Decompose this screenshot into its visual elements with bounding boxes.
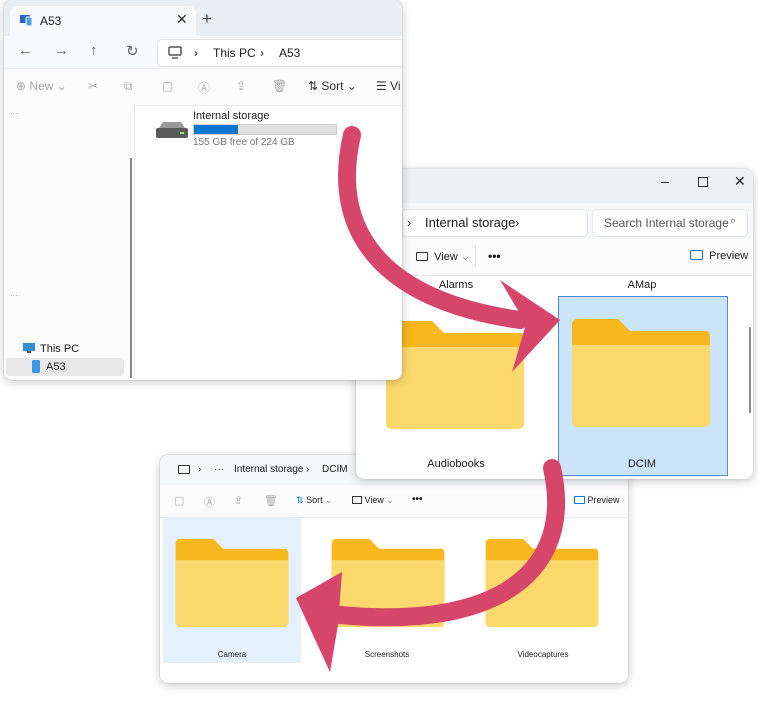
command-bar: ⊕ New ⌄ ✂ ⧉ ▢ Ⓐ ⇪ 🗑 ⇅ Sort ⌄ ☰ Vi <box>4 68 402 106</box>
sort-icon: ⇅ <box>296 495 304 505</box>
sort-button[interactable]: ⇅ Sort ⌄ <box>296 495 333 506</box>
close-icon[interactable]: ✕ <box>734 173 746 190</box>
more-options-icon[interactable]: ••• <box>412 494 423 505</box>
monitor-icon <box>178 465 190 474</box>
drive-item-internal-storage[interactable]: Internal storage 155 GB free of 224 GB <box>154 108 354 152</box>
folder-label-camera[interactable]: Camera <box>192 650 272 659</box>
folder-label-screenshots[interactable]: Screenshots <box>347 650 427 659</box>
search-placeholder: Search Internal storage <box>604 216 729 230</box>
folder-icon-screenshots[interactable] <box>330 537 446 629</box>
new-tab-icon[interactable]: + <box>202 9 212 29</box>
breadcrumb-this-pc[interactable]: This PC <box>213 46 256 60</box>
explorer-window-internal-storage: – ✕ › Internal storage › Search Internal… <box>356 169 753 479</box>
back-arrow-icon[interactable]: ← <box>18 42 33 59</box>
preview-button[interactable]: Preview <box>574 495 620 505</box>
tab-close-icon[interactable]: ✕ <box>176 11 188 28</box>
tab-title: A53 <box>40 14 62 28</box>
delete-icon[interactable]: 🗑 <box>264 494 278 507</box>
phone-pc-icon <box>20 15 33 26</box>
minimize-icon[interactable]: – <box>661 173 669 189</box>
breadcrumb-chevron-icon: › <box>306 464 310 475</box>
folder-label-audiobooks[interactable]: Audiobooks <box>414 458 498 470</box>
phone-icon <box>32 360 40 373</box>
paste-icon[interactable]: ▢ <box>162 79 173 93</box>
folder-icon[interactable] <box>384 319 526 431</box>
copy-icon[interactable]: ⧉ <box>124 79 133 94</box>
folder-icon-videocaptures[interactable] <box>484 537 600 629</box>
folder-label-videocaptures[interactable]: Videocaptures <box>498 650 588 659</box>
content-scrollbar[interactable] <box>749 327 751 413</box>
nav-scrollbar[interactable] <box>130 158 132 378</box>
view-button[interactable]: View ⌄ <box>416 250 470 263</box>
plus-circle-icon: ⊕ <box>16 79 27 93</box>
search-box[interactable]: Search Internal storage ⌕ <box>592 209 748 237</box>
view-button[interactable]: View ⌄ <box>352 495 394 506</box>
breadcrumb-chevron-icon: › <box>407 215 412 230</box>
new-button[interactable]: ⊕ New ⌄ <box>16 79 67 93</box>
monitor-icon <box>416 252 428 261</box>
hard-drive-icon <box>156 122 188 138</box>
address-bar[interactable]: › Internal storage › <box>402 209 588 237</box>
preview-pane-icon <box>690 250 703 260</box>
drive-usage-bar <box>193 124 337 135</box>
breadcrumb-chevron-icon: › <box>260 46 264 60</box>
folder-label-alarms[interactable]: Alarms <box>416 279 496 291</box>
address-bar-row: ← → ↑ ↻ › This PC › A53 <box>4 36 402 68</box>
collapsed-section[interactable]: ... <box>10 106 18 116</box>
title-bar: – ✕ <box>356 169 753 203</box>
more-options-icon[interactable]: ••• <box>488 249 501 263</box>
refresh-icon[interactable]: ↻ <box>126 42 139 60</box>
view-button[interactable]: ☰ Vi <box>376 79 401 93</box>
rename-icon[interactable]: Ⓐ <box>198 79 210 96</box>
breadcrumb-chevron-icon: › <box>515 215 520 230</box>
rename-icon[interactable]: Ⓐ <box>204 494 215 510</box>
view-list-icon: ☰ <box>376 79 387 93</box>
navigation-pane: ... ... This PC A53 <box>4 104 135 380</box>
breadcrumb-chevron-icon: › <box>194 46 198 60</box>
address-bar-row: › Internal storage › Search Internal sto… <box>356 203 753 239</box>
sidebar-item-a53[interactable]: A53 <box>6 358 124 376</box>
share-icon[interactable]: ⇪ <box>236 79 246 93</box>
collapsed-section[interactable]: ... <box>10 288 18 298</box>
folder-label-dcim[interactable]: DCIM <box>602 458 682 470</box>
sort-button[interactable]: ⇅ Sort ⌄ <box>308 79 357 93</box>
drive-free-space: 155 GB free of 224 GB <box>193 137 295 148</box>
maximize-icon[interactable] <box>698 177 708 187</box>
breadcrumb-internal-storage[interactable]: Internal storage <box>425 215 515 230</box>
cut-icon[interactable]: ✂ <box>88 79 98 93</box>
up-arrow-icon[interactable]: ↑ <box>90 42 98 59</box>
divider <box>475 245 476 267</box>
share-icon[interactable]: ⇪ <box>234 494 243 507</box>
delete-icon[interactable]: 🗑 <box>272 79 287 93</box>
forward-arrow-icon[interactable]: → <box>54 42 69 59</box>
tab-a53[interactable]: A53 ✕ <box>10 6 196 36</box>
sort-icon: ⇅ <box>308 79 319 93</box>
drive-usage-fill <box>194 125 239 134</box>
breadcrumb-dcim[interactable]: DCIM <box>322 464 348 475</box>
folder-icon-dcim[interactable] <box>570 317 712 429</box>
command-bar: ▢ Ⓐ ⇪ 🗑 ⇅ Sort ⌄ View ⌄ ••• Preview <box>160 485 628 518</box>
breadcrumb-a53[interactable]: A53 <box>279 46 300 60</box>
preview-button[interactable]: Preview <box>690 250 748 262</box>
command-bar: View ⌄ ••• Preview <box>356 239 753 276</box>
address-bar[interactable]: › This PC › A53 <box>157 39 402 67</box>
explorer-window-dcim: › ··· Internal storage › DCIM ▢ Ⓐ ⇪ 🗑 ⇅ … <box>160 455 628 683</box>
monitor-icon <box>352 496 362 504</box>
monitor-icon <box>168 46 182 59</box>
monitor-icon <box>23 343 35 353</box>
tab-strip: A53 ✕ + <box>4 0 402 36</box>
folder-label-amap[interactable]: AMap <box>602 279 682 291</box>
paste-icon[interactable]: ▢ <box>174 494 184 507</box>
search-icon: ⌕ <box>730 215 737 227</box>
breadcrumb-internal-storage[interactable]: Internal storage <box>234 464 304 475</box>
folder-icon-camera[interactable] <box>174 537 290 629</box>
breadcrumb-chevron-icon: › <box>198 464 202 475</box>
breadcrumb-overflow[interactable]: ··· <box>214 464 224 475</box>
drive-name: Internal storage <box>193 110 270 122</box>
sidebar-item-this-pc[interactable]: This PC <box>6 340 124 358</box>
explorer-window-a53: A53 ✕ + ← → ↑ ↻ › This PC › A53 ⊕ New ⌄ … <box>4 0 402 380</box>
preview-pane-icon <box>574 496 585 504</box>
